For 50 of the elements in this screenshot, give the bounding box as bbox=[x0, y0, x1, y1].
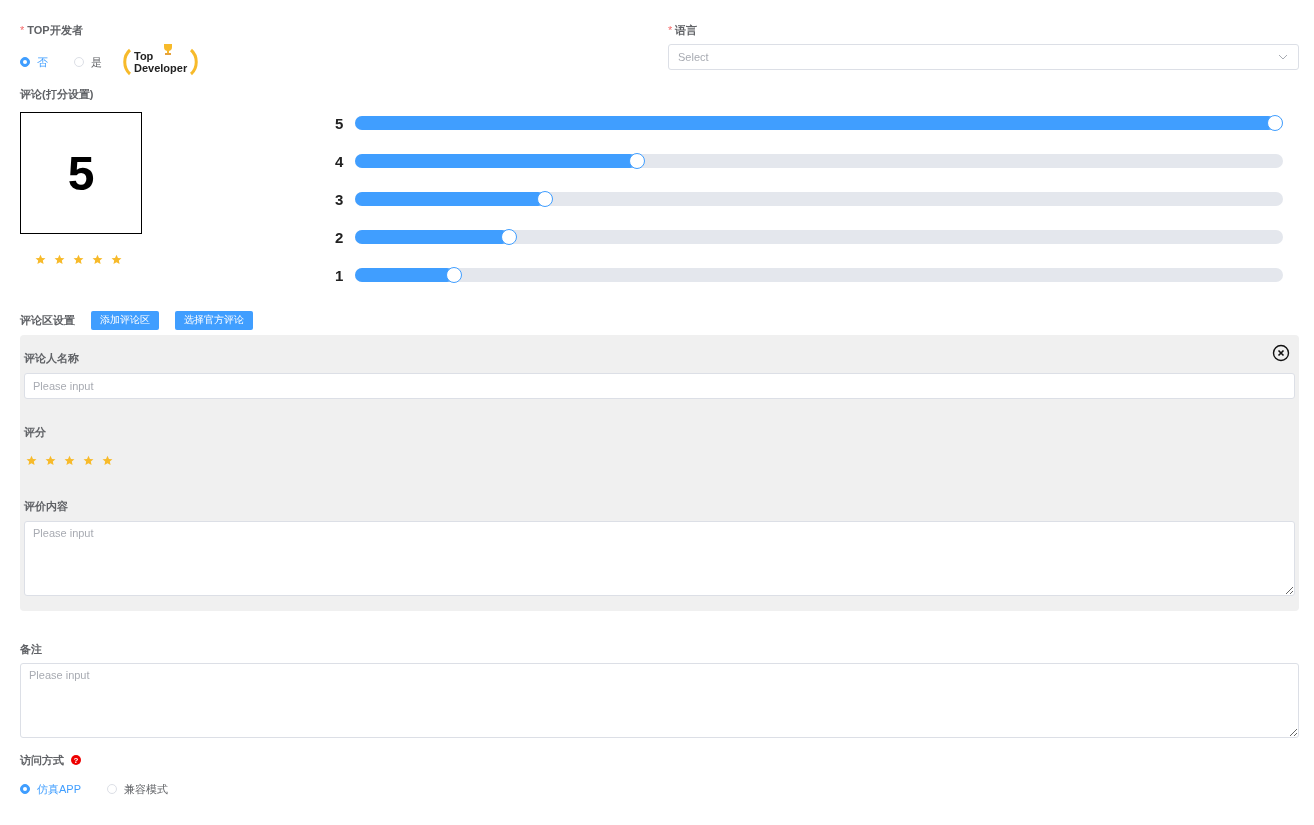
rating-level-label: 2 bbox=[335, 228, 345, 246]
star-icon bbox=[92, 254, 103, 265]
star-icon bbox=[73, 254, 84, 265]
select-button[interactable]: 选择官方评论 bbox=[175, 310, 253, 330]
field-label: 评论人名称 bbox=[24, 350, 79, 366]
radio-button[interactable] bbox=[20, 784, 30, 794]
rating-level-label: 1 bbox=[335, 266, 345, 284]
name-input[interactable]: Please input bbox=[24, 373, 1295, 399]
field-label: 访问方式 bbox=[20, 752, 64, 768]
radio-label[interactable]: 兼容模式 bbox=[124, 781, 168, 797]
review-textarea[interactable]: Please input bbox=[24, 521, 1295, 596]
slider-track[interactable] bbox=[355, 154, 1283, 168]
rating-level-label: 4 bbox=[335, 152, 345, 170]
star-icon bbox=[26, 454, 37, 466]
required-mark: * bbox=[20, 24, 25, 36]
field-label: 评论区设置 bbox=[20, 312, 75, 328]
field-label: 语言 bbox=[675, 22, 698, 38]
star-icon bbox=[35, 254, 46, 265]
star-icon bbox=[45, 454, 56, 466]
slider-thumb[interactable] bbox=[537, 191, 554, 207]
field-label: 评分 bbox=[24, 424, 46, 440]
rating-level-label: 5 bbox=[335, 114, 345, 132]
field-label: 备注 bbox=[20, 641, 42, 657]
slider-thumb[interactable] bbox=[446, 267, 463, 283]
slider-track[interactable] bbox=[355, 116, 1283, 130]
chevron-down-icon bbox=[1278, 54, 1288, 60]
radio-label[interactable]: 仿真APP bbox=[37, 781, 81, 797]
slider-track[interactable] bbox=[355, 192, 1283, 206]
field-label: 评论(打分设置) bbox=[20, 86, 94, 102]
star-icon bbox=[54, 254, 65, 265]
score-display: 5 bbox=[20, 112, 142, 234]
slider-track[interactable] bbox=[355, 230, 1283, 244]
language-select[interactable]: Select bbox=[668, 44, 1299, 70]
star-icon bbox=[83, 454, 94, 466]
field-label: TOP开发者 bbox=[27, 22, 83, 38]
close-icon[interactable] bbox=[1272, 344, 1290, 362]
radio-label[interactable]: 是 bbox=[91, 54, 102, 70]
star-icon bbox=[102, 454, 113, 466]
radio-label[interactable]: 否 bbox=[37, 54, 48, 70]
add-button[interactable]: 添加评论区 bbox=[91, 310, 159, 330]
star-icon bbox=[111, 254, 122, 265]
slider-track[interactable] bbox=[355, 268, 1283, 282]
help-icon[interactable]: ? bbox=[71, 755, 81, 765]
radio-button[interactable] bbox=[20, 57, 30, 67]
star-icon bbox=[64, 454, 75, 466]
field-label: 评价内容 bbox=[24, 498, 68, 514]
required-mark: * bbox=[668, 24, 673, 36]
rating-level-label: 3 bbox=[335, 190, 345, 208]
remark-textarea[interactable]: Please input bbox=[20, 663, 1299, 738]
slider-thumb[interactable] bbox=[1267, 115, 1283, 131]
